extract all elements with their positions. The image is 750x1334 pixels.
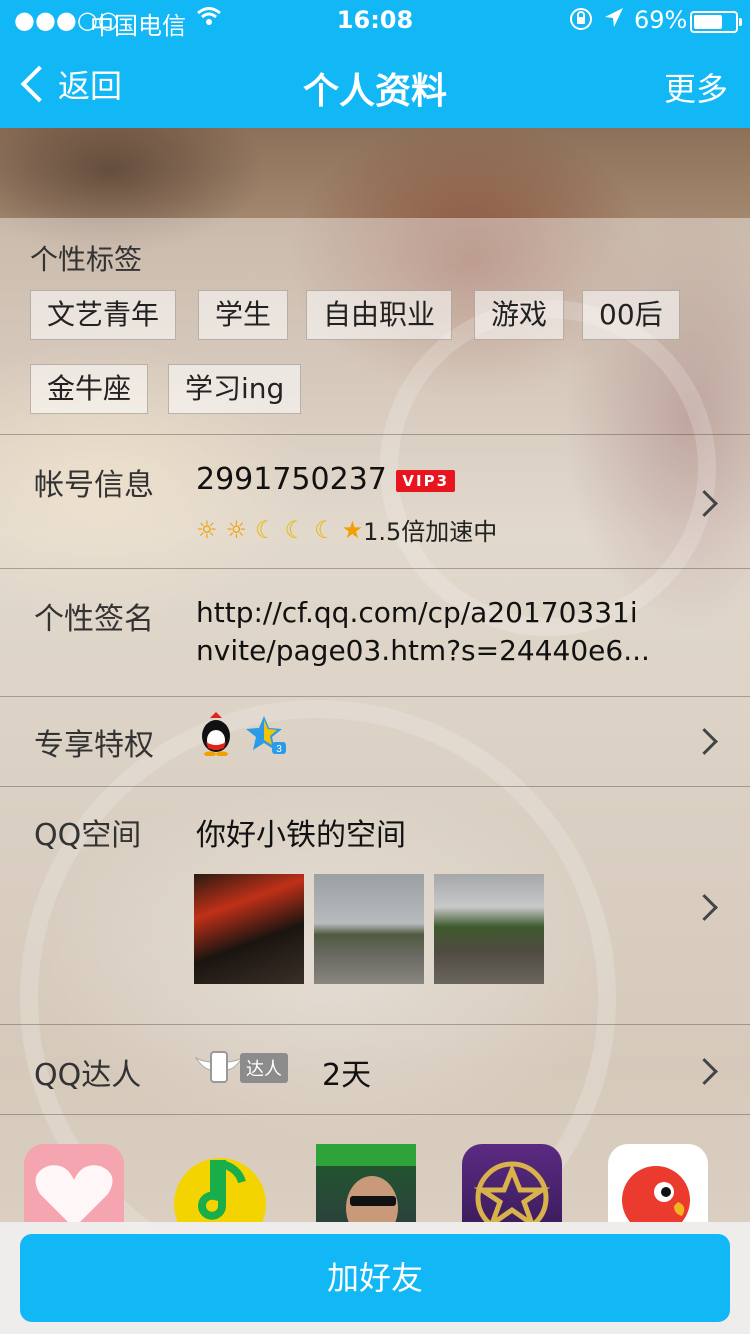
qzone-photo-road[interactable] [314, 874, 424, 984]
signature-line: http://cf.qq.com/cp/a20170331i [196, 596, 638, 629]
account-info-row[interactable]: 帐号信息 2991750237 VIP3 ☼ ☼ ☾ ☾ ☾ ★ 1.5倍加速中 [0, 434, 750, 569]
signature-label: 个性签名 [34, 602, 154, 637]
sun-icon: ☼ [196, 515, 218, 544]
tag-item[interactable]: 00后 [582, 290, 680, 340]
rotation-lock-icon [568, 6, 594, 38]
bottom-bar: 加好友 [0, 1222, 750, 1334]
qzone-row[interactable]: QQ空间 你好小铁的空间 [0, 786, 750, 1025]
moon-icon: ☾ [284, 515, 307, 544]
qzone-title: 你好小铁的空间 [196, 818, 406, 853]
sun-icon: ☼ [225, 515, 248, 544]
daren-label: QQ达人 [34, 1058, 142, 1093]
chevron-right-icon [691, 728, 718, 755]
add-friend-button[interactable]: 加好友 [20, 1234, 730, 1322]
winged-phone-icon [194, 1051, 244, 1083]
tag-item[interactable]: 学生 [198, 290, 289, 340]
moon-icon: ☾ [314, 515, 336, 544]
chevron-right-icon [691, 490, 718, 517]
location-arrow-icon [603, 6, 625, 36]
game-app-icon[interactable] [316, 1144, 416, 1222]
tags-title: 个性标签 [30, 243, 143, 276]
moon-icon: ☾ [255, 515, 277, 544]
svg-text:3: 3 [276, 744, 282, 754]
status-bar: ●●●○○ 中国电信 16:08 69% [0, 0, 750, 40]
battery-icon [690, 11, 742, 33]
more-button[interactable]: 更多 [664, 64, 728, 110]
qq-penguin-icon [198, 712, 234, 760]
daren-badge-label: 达人 [240, 1053, 288, 1083]
qzone-photo-game[interactable] [194, 874, 304, 984]
vip-badge: VIP3 [396, 469, 456, 492]
daren-row[interactable]: QQ达人 达人 2天 [0, 1024, 750, 1115]
battery-percent: 69% [634, 6, 688, 34]
chevron-right-icon [691, 894, 718, 921]
heart-app-icon[interactable] [24, 1144, 124, 1222]
tag-item[interactable]: 学习ing [168, 364, 302, 414]
tag-item[interactable]: 文艺青年 [30, 290, 177, 340]
tag-item[interactable]: 游戏 [474, 290, 565, 340]
privilege-label: 专享特权 [34, 728, 154, 763]
qq-music-icon[interactable] [172, 1144, 272, 1222]
parrot-app-icon[interactable] [608, 1144, 708, 1222]
daren-days: 2天 [322, 1058, 372, 1093]
tag-item[interactable]: 金牛座 [30, 364, 149, 414]
star-badge-icon: 3 [246, 714, 286, 758]
chevron-right-icon [691, 1058, 718, 1085]
privilege-row[interactable]: 专享特权 3 [0, 696, 750, 787]
tags-section: 个性标签 文艺青年 学生 自由职业 游戏 00后 金牛座 学习ing [0, 218, 750, 435]
signature-row: 个性签名 http://cf.qq.com/cp/a20170331i nvit… [0, 568, 750, 697]
app-icons-row [0, 1114, 750, 1222]
speed-text: 1.5倍加速中 [363, 518, 498, 546]
nav-bar: 返回 个人资料 更多 [0, 40, 750, 128]
account-label: 帐号信息 [34, 468, 154, 503]
page-title: 个人资料 [302, 71, 447, 112]
star-app-icon[interactable] [462, 1144, 562, 1222]
qq-number: 2991750237 [196, 462, 387, 497]
daren-badge: 达人 [194, 1048, 288, 1088]
tag-item[interactable]: 自由职业 [306, 290, 453, 340]
profile-content: 个性标签 文艺青年 学生 自由职业 游戏 00后 金牛座 学习ing 帐号信息 … [0, 218, 750, 1222]
star-icon: ★ [341, 515, 364, 544]
signature-line: nvite/page03.htm?s=24440e6... [196, 634, 650, 667]
qzone-photo-puddle[interactable] [434, 874, 544, 984]
qzone-label: QQ空间 [34, 818, 142, 853]
